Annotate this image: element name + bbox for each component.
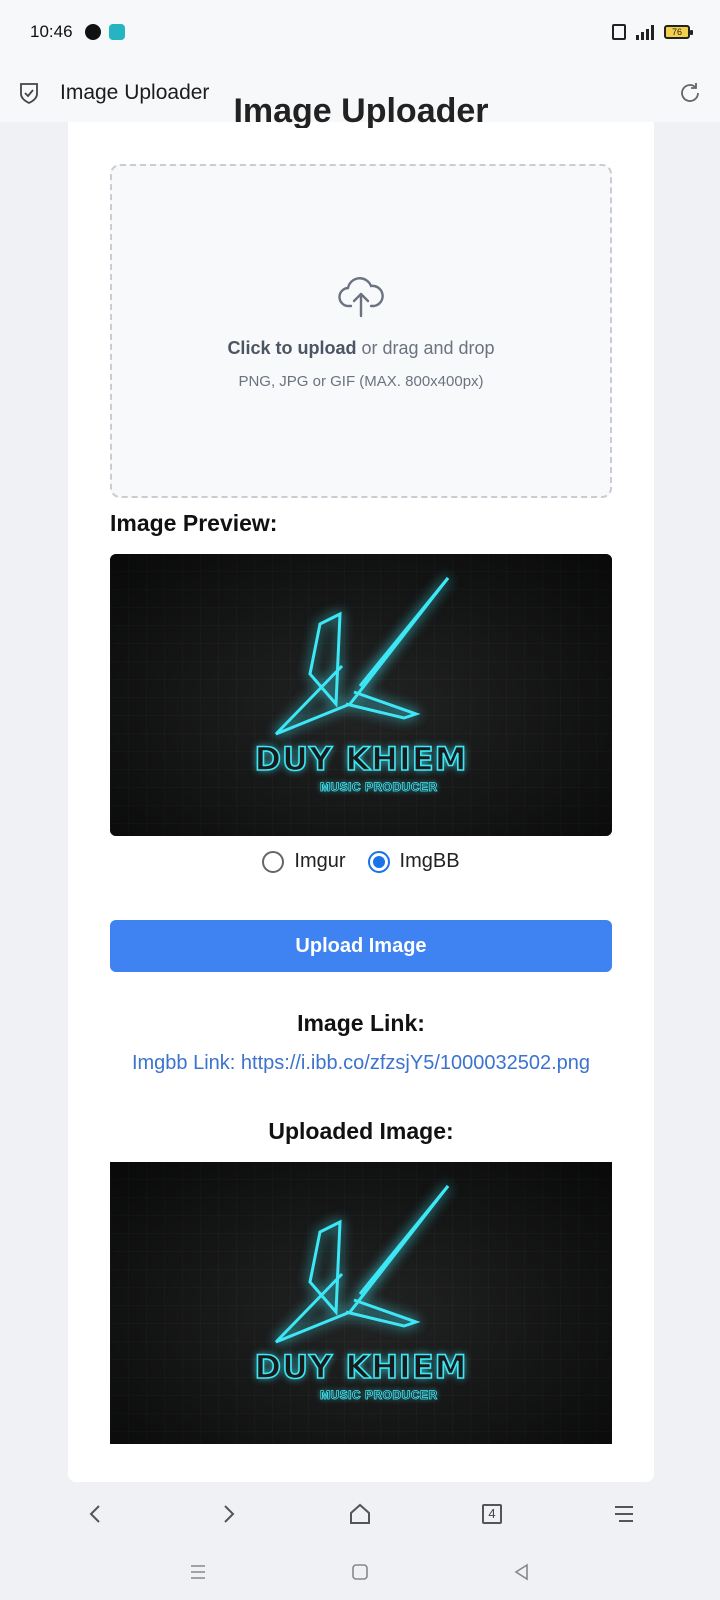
vibrate-icon: [612, 24, 626, 40]
home-square-icon[interactable]: [349, 1561, 371, 1583]
image-link-heading: Image Link:: [297, 1010, 425, 1036]
forward-icon[interactable]: [215, 1501, 241, 1527]
radio-imgur-label: Imgur: [294, 850, 346, 872]
signal-icon: [636, 24, 654, 40]
tab-count: 4: [482, 1504, 502, 1524]
system-nav: [0, 1544, 720, 1600]
imgbb-link[interactable]: Imgbb Link: https://i.ibb.co/zfzsjY5/100…: [68, 1052, 654, 1075]
upload-dropzone[interactable]: Click to upload or drag and drop PNG, JP…: [110, 164, 612, 498]
uploaded-image-heading: Uploaded Image:: [268, 1118, 454, 1144]
cloud-upload-icon: [338, 277, 384, 318]
menu-icon[interactable]: [611, 1501, 637, 1527]
status-bar: 10:46 76: [0, 0, 720, 64]
logo-subtitle-uploaded: MUSIC PRODUCER: [320, 1388, 438, 1403]
radio-imgur[interactable]: Imgur: [262, 850, 346, 873]
chat-app-icon: [108, 24, 125, 40]
logo-subtitle: MUSIC PRODUCER: [320, 780, 438, 795]
logo-name-uploaded: DUY KHIEM: [254, 1347, 468, 1387]
file-type-hint: PNG, JPG or GIF (MAX. 800x400px): [238, 373, 484, 390]
system-status: 76: [612, 24, 693, 40]
drag-drop-text: or drag and drop: [356, 338, 495, 358]
tabs-icon[interactable]: 4: [479, 1501, 505, 1527]
radio-imgbb-label: ImgBB: [399, 850, 460, 872]
radio-imgbb-circle[interactable]: [367, 850, 390, 873]
status-time: 10:46: [30, 22, 73, 41]
browser-nav: 4: [0, 1484, 720, 1544]
click-to-upload-text: Click to upload: [227, 338, 357, 358]
back-triangle-icon[interactable]: [511, 1561, 533, 1583]
card-heading: Image Uploader: [233, 92, 489, 128]
messenger-icon: [84, 24, 101, 40]
home-icon[interactable]: [347, 1501, 373, 1527]
uploaded-image: DUY KHIEM MUSIC PRODUCER: [110, 1162, 612, 1444]
back-icon[interactable]: [83, 1501, 109, 1527]
notification-icons: [84, 24, 125, 40]
uploader-card: Image Uploader Click to upload or drag a…: [68, 92, 654, 1482]
preview-label: Image Preview:: [110, 510, 278, 536]
upload-image-button[interactable]: Upload Image: [110, 920, 612, 972]
recents-icon[interactable]: [187, 1561, 209, 1583]
radio-imgbb[interactable]: ImgBB: [367, 850, 460, 873]
logo-name: DUY KHIEM: [254, 739, 468, 779]
host-radio-group: Imgur ImgBB: [68, 850, 654, 873]
dropzone-instructions: Click to upload or drag and drop: [227, 338, 494, 359]
refresh-icon[interactable]: [678, 81, 702, 105]
battery-icon: 76: [664, 25, 693, 39]
radio-imgur-circle[interactable]: [262, 850, 285, 873]
shield-icon: [20, 83, 38, 105]
image-preview: DUY KHIEM MUSIC PRODUCER: [110, 554, 612, 836]
